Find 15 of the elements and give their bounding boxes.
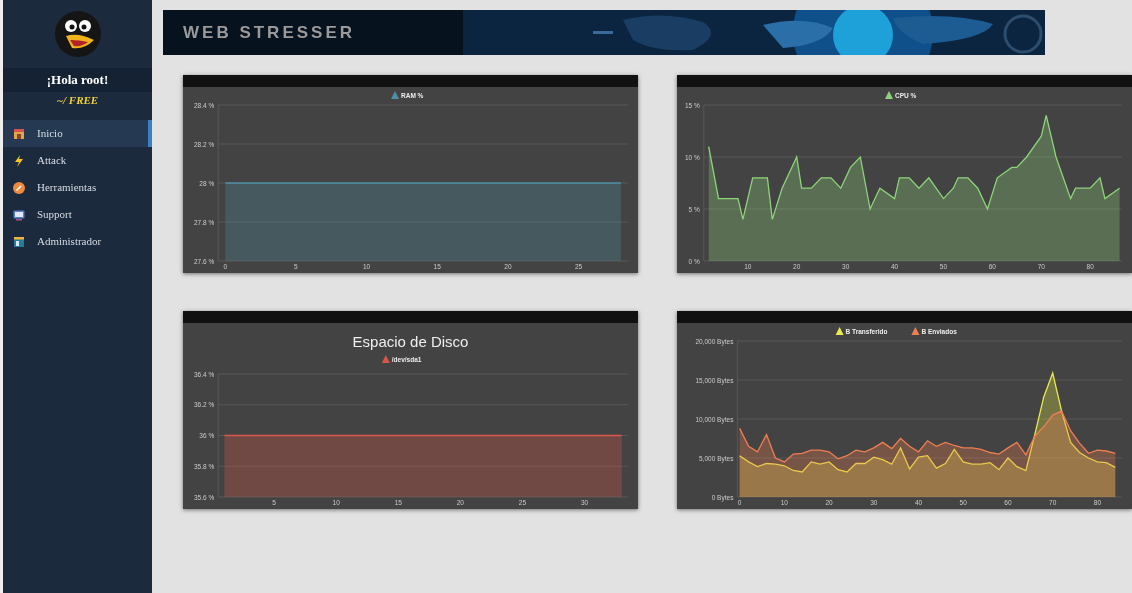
greeting-text: ¡Hola root! (46, 71, 109, 89)
chart-title: Espacio de Disco (352, 333, 469, 350)
nav-item[interactable]: Attack (3, 147, 152, 174)
wrench-icon (13, 181, 25, 194)
shop-icon (13, 127, 25, 140)
nav-item[interactable]: Support (3, 201, 152, 228)
nav-item[interactable]: Herramientas (3, 174, 152, 201)
penguin-avatar-icon (53, 10, 102, 58)
banner-title: WEB STRESSER (183, 22, 356, 44)
document-icon (13, 235, 25, 248)
lightning-icon (13, 154, 25, 167)
nav-item[interactable]: Inicio (3, 120, 152, 147)
plan-label: ~/ FREE (56, 92, 99, 108)
nav-item[interactable]: Administrador (3, 228, 152, 255)
monitor-icon (13, 208, 25, 221)
